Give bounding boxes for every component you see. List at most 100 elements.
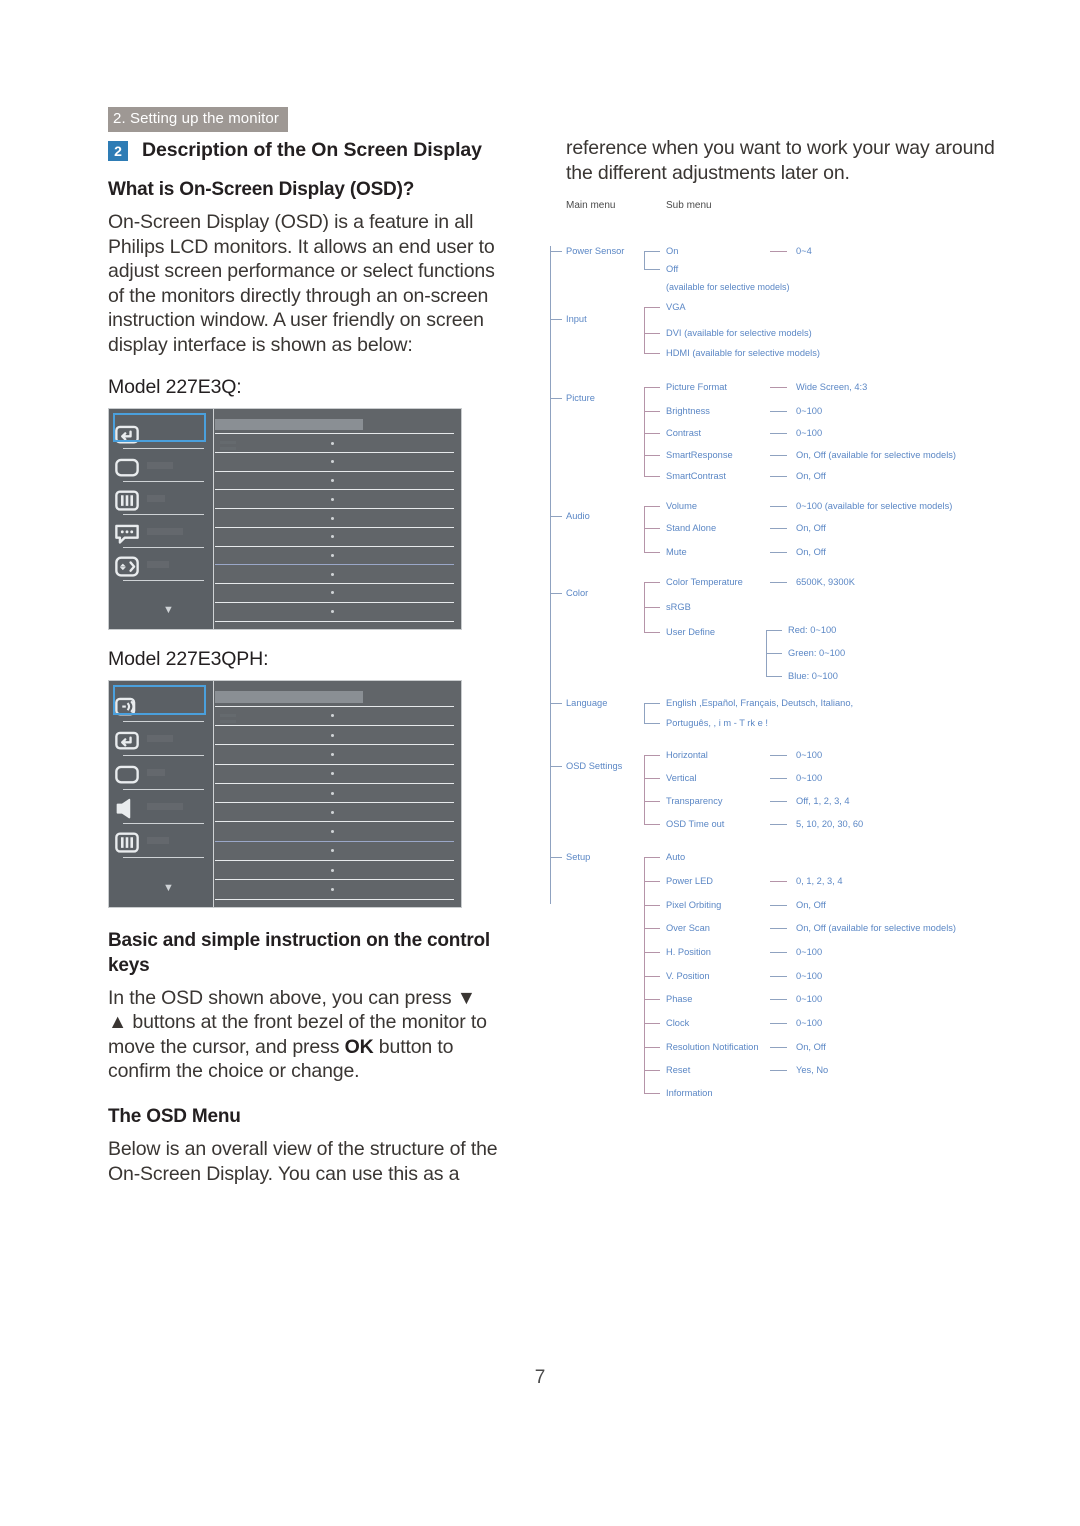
- tree-sub-item[interactable]: VGA: [666, 302, 686, 313]
- tree-sub-tick: [644, 905, 660, 906]
- tree-sub-item[interactable]: Contrast: [666, 428, 701, 439]
- tree-value: Yes, No: [796, 1065, 829, 1075]
- tree-sub-item[interactable]: Brightness: [666, 406, 710, 417]
- osd-option-row-divider: [215, 433, 454, 435]
- tree-sub-tick: [644, 387, 660, 388]
- osd-option-label: [219, 719, 236, 723]
- tree-sub-spine: [644, 251, 645, 269]
- osd-option-row-divider: [215, 508, 454, 510]
- tree-main-item-color[interactable]: Color: [566, 588, 588, 599]
- tree-value: On, Off: [796, 523, 826, 533]
- osd-option-row-divider: [215, 763, 454, 765]
- tree-sub-item[interactable]: H. Position: [666, 947, 711, 958]
- tree-sub-item[interactable]: DVI (available for selective models): [666, 328, 812, 339]
- osd-scroll-down-caret[interactable]: ▼: [163, 882, 174, 894]
- osd-selected-item[interactable]: [113, 684, 206, 715]
- tree-value-dash: [770, 455, 787, 456]
- tree-sub-item[interactable]: English ,Español, Français, Deutsch, Ita…: [666, 698, 853, 709]
- tree-sub-item[interactable]: Resolution Notification: [666, 1042, 759, 1053]
- osd-right-rail: [212, 408, 461, 629]
- tree-sub-item[interactable]: Português, , i m - T rk e !: [666, 718, 768, 729]
- tree-sub-spine: [644, 387, 645, 476]
- tree-sub-item[interactable]: Pixel Orbiting: [666, 900, 721, 911]
- tree-main-item-power-sensor[interactable]: Power Sensor: [566, 246, 624, 257]
- tree-main-tick: [550, 319, 562, 320]
- tree-sub-tick: [644, 506, 660, 507]
- tree-sub-tick: [644, 333, 660, 334]
- osd-option-row-divider: [215, 898, 454, 900]
- tree-value-dash: [770, 801, 787, 802]
- tree-sub-item[interactable]: Transparency: [666, 796, 723, 807]
- tree-sub-item[interactable]: HDMI (available for selective models): [666, 348, 820, 359]
- osd-screenshot-227e3q: ▼: [108, 407, 462, 630]
- tree-sub-item[interactable]: Mute: [666, 547, 687, 558]
- tree-sub-item[interactable]: Horizontal: [666, 750, 708, 761]
- tree-value: 0~100: [796, 773, 823, 783]
- tree-sub-tick: [644, 582, 660, 583]
- tree-main-item-input[interactable]: Input: [566, 314, 587, 325]
- tree-sub-tick: [644, 1047, 660, 1048]
- tree-column-header-main: Main menu: [566, 200, 616, 211]
- tree-sub2-item[interactable]: Red: 0~100: [788, 625, 836, 636]
- tree-sub-item[interactable]: Color Temperature: [666, 577, 743, 588]
- input-return-icon[interactable]: [114, 727, 140, 758]
- tree-value-dash: [770, 251, 787, 252]
- tree-value: On, Off (available for selective models): [796, 923, 957, 933]
- osd-option-row-divider: [215, 583, 454, 585]
- osd-option-row-divider: [215, 782, 454, 784]
- contrast-bars-icon[interactable]: [114, 829, 140, 860]
- tree-sub-item[interactable]: Reset: [666, 1065, 690, 1076]
- tree-sub-item[interactable]: Volume: [666, 501, 697, 512]
- tree-sub-item[interactable]: Off: [666, 264, 678, 275]
- tree-sub-tick: [644, 801, 660, 802]
- tree-sub2-item[interactable]: Blue: 0~100: [788, 671, 838, 682]
- tree-value-dash: [770, 1070, 787, 1071]
- tree-value-dash: [770, 778, 787, 779]
- tree-sub-item[interactable]: V. Position: [666, 971, 710, 982]
- tree-value: 0~100: [796, 750, 823, 760]
- osd-option-row-divider: [215, 489, 454, 491]
- osd-highlighted-option[interactable]: [215, 418, 364, 431]
- tree-sub-item[interactable]: SmartResponse: [666, 450, 733, 461]
- tree-sub-item[interactable]: Picture Format: [666, 382, 727, 393]
- tree-sub-item[interactable]: Power LED: [666, 876, 713, 887]
- tree-sub2-item[interactable]: Green: 0~100: [788, 648, 845, 659]
- tree-sub-item[interactable]: SmartContrast: [666, 471, 726, 482]
- tree-main-item-language[interactable]: Language: [566, 698, 607, 709]
- tree-main-item-setup[interactable]: Setup: [566, 852, 590, 863]
- tree-value-dash: [770, 928, 787, 929]
- tree-main-tick: [550, 398, 562, 399]
- tree-value: 0~100: [796, 428, 823, 438]
- audio-speaker-icon[interactable]: [114, 795, 140, 826]
- tree-main-item-osd-settings[interactable]: OSD Settings: [566, 761, 622, 772]
- osd-option-marker: [330, 441, 334, 445]
- tree-sub-item[interactable]: Phase: [666, 994, 692, 1005]
- osd-option-row-divider: [215, 564, 454, 566]
- tree-sub-item[interactable]: Stand Alone: [666, 523, 716, 534]
- osd-scroll-down-caret[interactable]: ▼: [163, 604, 174, 616]
- tree-sub-item[interactable]: Information: [666, 1088, 713, 1099]
- right-column: reference when you want to work your way…: [566, 136, 996, 185]
- paragraph-osd-intro: On-Screen Display (OSD) is a feature in …: [108, 211, 495, 356]
- tree-sub-item[interactable]: sRGB: [666, 602, 691, 613]
- osd-option-marker: [330, 479, 334, 483]
- picture-frame-icon[interactable]: [114, 761, 140, 792]
- tree-sub-item[interactable]: Vertical: [666, 773, 697, 784]
- tree-main-item-audio[interactable]: Audio: [566, 511, 590, 522]
- tree-value-dash: [770, 506, 787, 507]
- tree-sub-item[interactable]: Clock: [666, 1018, 689, 1029]
- tree-value: 5, 10, 20, 30, 60: [796, 819, 864, 829]
- osd-option-row-divider: [215, 802, 454, 804]
- tree-value-dash: [770, 905, 787, 906]
- tree-sub-item[interactable]: On: [666, 246, 678, 257]
- tree-sub-item[interactable]: User Define: [666, 627, 715, 638]
- osd-selected-item[interactable]: [113, 412, 206, 442]
- osd-highlighted-option[interactable]: [215, 690, 364, 703]
- tree-value: 0~4: [796, 246, 812, 256]
- tree-main-item-picture[interactable]: Picture: [566, 393, 595, 404]
- osd-option-row-divider: [215, 526, 454, 528]
- osd-option-marker: [330, 516, 334, 520]
- tree-sub-item[interactable]: Auto: [666, 852, 685, 863]
- tree-sub-item[interactable]: Over Scan: [666, 923, 710, 934]
- tree-sub-item[interactable]: OSD Time out: [666, 819, 724, 830]
